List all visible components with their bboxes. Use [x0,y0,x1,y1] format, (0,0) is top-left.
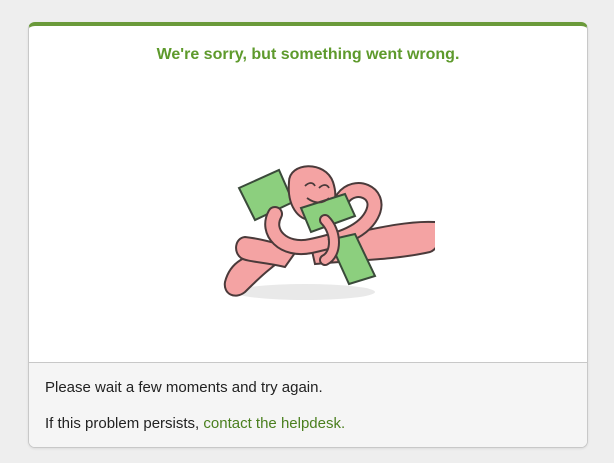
error-title: We're sorry, but something went wrong. [156,46,460,63]
contact-helpdesk-link[interactable]: contact the helpdesk. [203,415,345,432]
error-footer: Please wait a few moments and try again.… [29,362,587,447]
retry-message: Please wait a few moments and try again. [45,379,323,396]
helpdesk-prefix: If this problem persists, [45,415,204,432]
octopus-money-illustration [223,165,435,300]
error-card: We're sorry, but something went wrong. P… [28,22,588,448]
helpdesk-message: If this problem persists, contact the he… [45,415,571,433]
